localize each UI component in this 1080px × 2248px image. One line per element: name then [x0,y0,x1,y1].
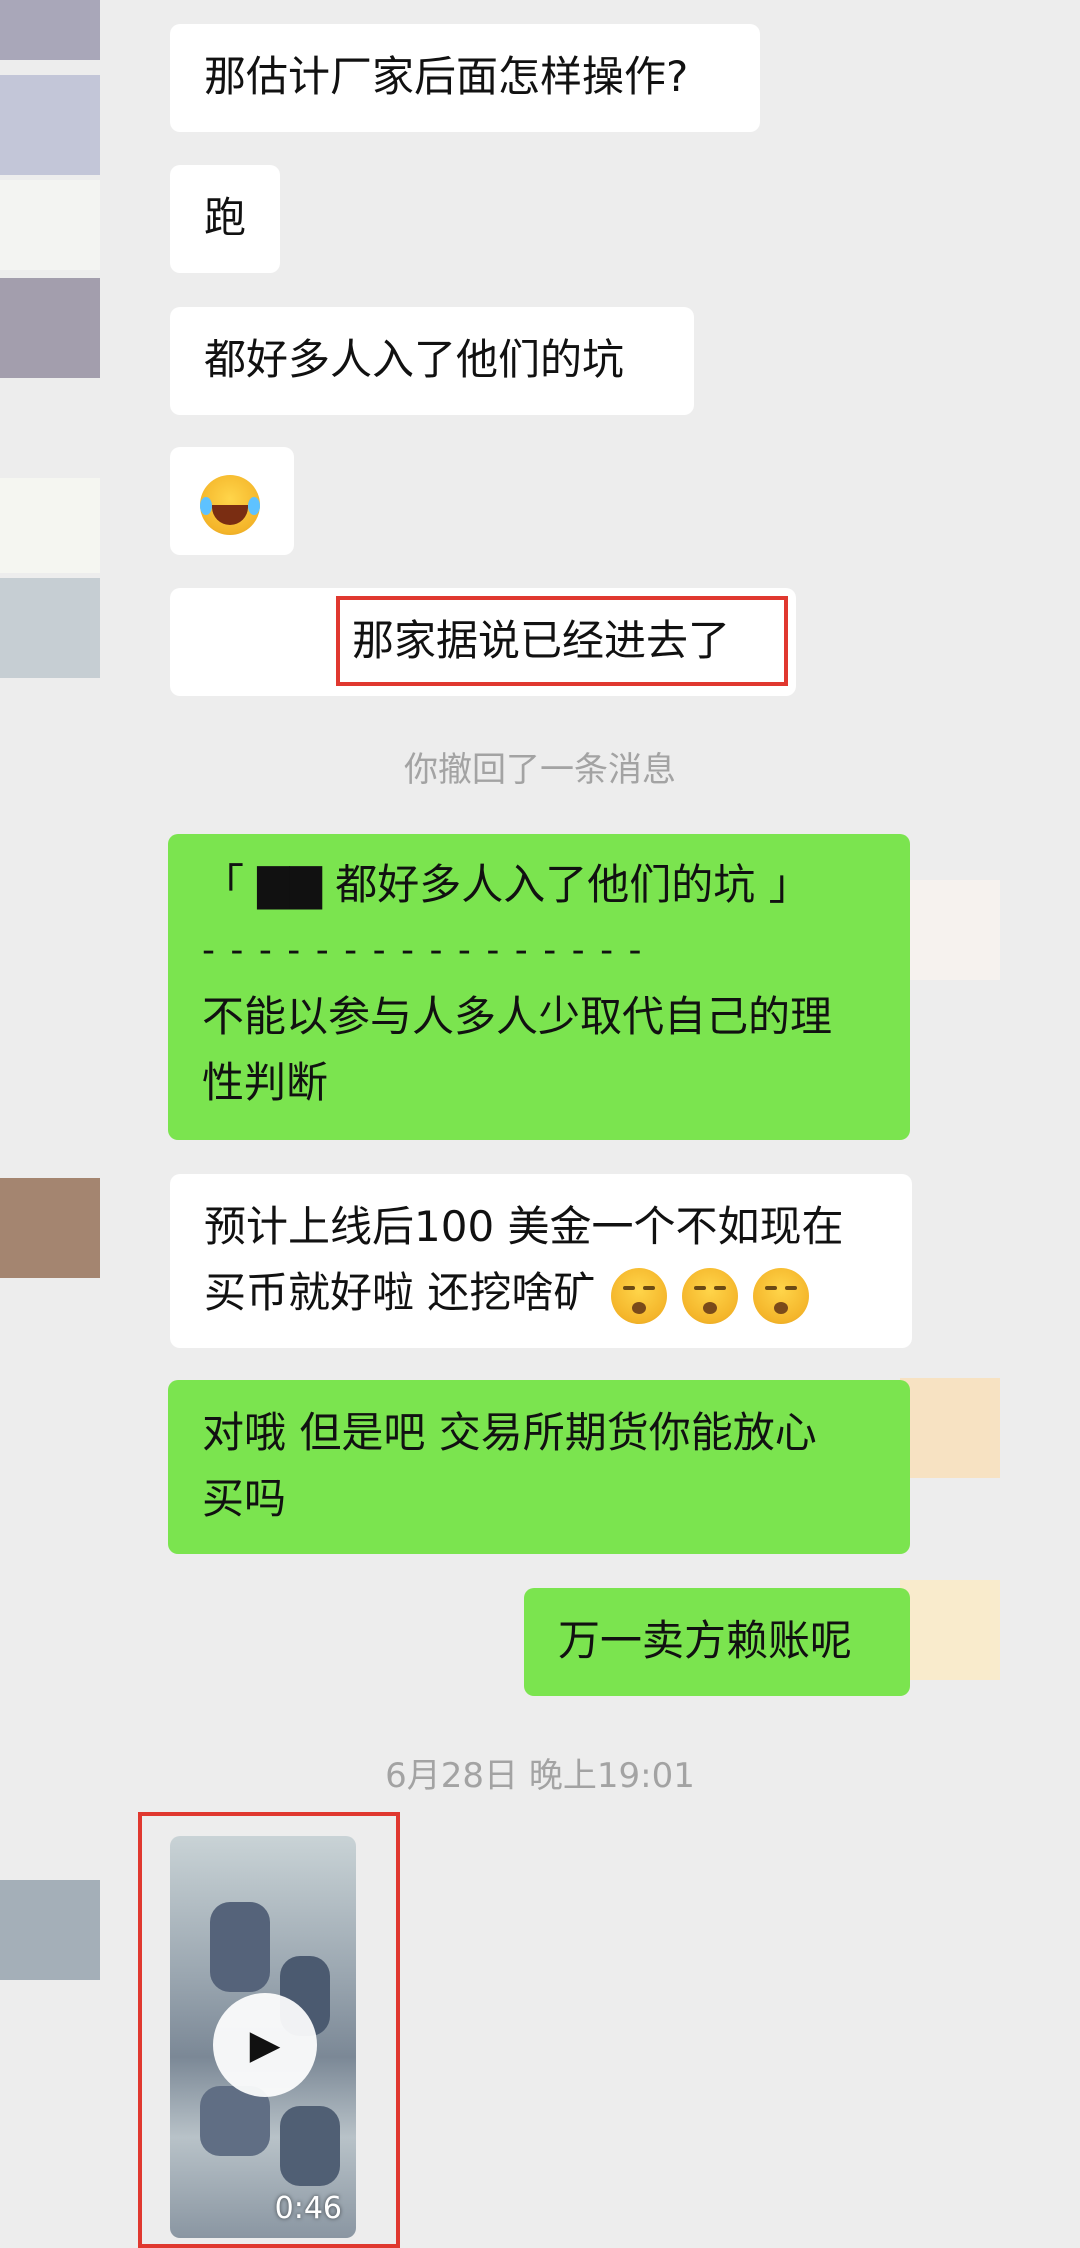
message-text: 都好多人入了他们的坑 [204,335,625,384]
avatar[interactable] [0,1880,100,1980]
message-bubble[interactable]: 跑 [170,165,280,273]
message-bubble[interactable]: 那估计厂家后面怎样操作? [170,24,760,132]
video-duration: 0:46 [274,2191,342,2226]
message-text: 性判断 [202,1058,329,1107]
chat-window: 那估计厂家后面怎样操作? 跑 都好多人入了他们的坑 那家据说已经进去了 你撤回了… [0,0,1080,2248]
highlight-box [336,596,788,686]
avatar-self[interactable] [900,1378,1000,1478]
message-bubble[interactable]: 万一卖方赖账呢 [524,1588,910,1696]
timestamp: 6月28日 晚上19:01 [385,1756,695,1796]
message-bubble[interactable]: 对哦 但是吧 交易所期货你能放心 买吗 [168,1380,910,1554]
message-text: 对哦 但是吧 交易所期货你能放心 [202,1408,817,1457]
avatar[interactable] [0,478,100,573]
sleeping-emoji [610,1267,667,1324]
avatar[interactable] [0,75,100,175]
avatar[interactable] [0,578,100,678]
laughing-tears-emoji [200,474,260,535]
message-text-line: 买币就好啦 还挖啥矿 [204,1260,878,1326]
sleeping-emoji [753,1267,810,1324]
play-icon[interactable]: ▶ [213,1993,317,2097]
avatar-self[interactable] [900,880,1000,980]
sleeping-emoji [682,1267,739,1324]
message-text: 那估计厂家后面怎样操作? [204,52,689,101]
avatar[interactable] [0,180,100,270]
message-text: 预计上线后100 美金一个不如现在 [204,1202,844,1251]
message-bubble[interactable]: 「 ▇▇ 都好多人入了他们的坑 」 - - - - - - - - - - - … [168,834,910,1140]
video-thumbnail-figure [210,1902,270,1992]
avatar[interactable] [0,1178,100,1278]
message-text: 不能以参与人多人少取代自己的理 [202,992,833,1041]
message-text: 买吗 [202,1474,287,1523]
quote-text: 「 ▇▇ 都好多人入了他们的坑 」 [202,860,811,909]
message-bubble[interactable] [170,447,294,555]
avatar[interactable] [0,0,100,60]
avatar-self[interactable] [900,1580,1000,1680]
system-notice: 你撤回了一条消息 [404,750,676,790]
message-bubble[interactable]: 预计上线后100 美金一个不如现在 买币就好啦 还挖啥矿 [170,1174,912,1348]
avatar[interactable] [0,278,100,378]
message-bubble[interactable]: 都好多人入了他们的坑 [170,307,694,415]
message-text: 跑 [204,193,247,242]
video-message[interactable]: ▶ 0:46 [170,1836,356,2238]
video-thumbnail-figure [280,2106,340,2186]
quote-divider: - - - - - - - - - - - - - - - - [202,930,644,971]
message-text: 万一卖方赖账呢 [558,1616,853,1665]
